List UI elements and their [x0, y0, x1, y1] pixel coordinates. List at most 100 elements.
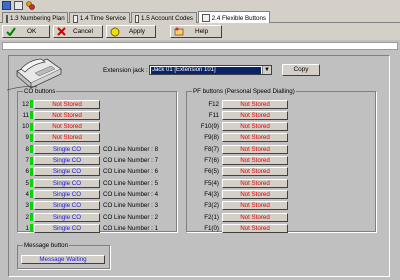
co-button[interactable]: Single CO — [34, 201, 100, 211]
pf-button-number: F4(3) — [204, 190, 219, 198]
led-indicator — [30, 122, 33, 131]
quick-icon-strip — [0, 0, 400, 11]
co-button[interactable]: Not Stored — [34, 99, 100, 109]
message-waiting-button[interactable]: Message Waiting — [21, 255, 105, 264]
tools-icon[interactable] — [26, 1, 35, 10]
pf-button[interactable]: Not Stored — [222, 212, 288, 222]
co-button-number: 4 — [25, 190, 29, 198]
co-button-row: 12 Not Stored — [19, 99, 103, 109]
apply-icon — [110, 27, 120, 36]
co-button-number: 3 — [25, 202, 29, 210]
led-indicator — [30, 156, 33, 165]
pf-button-number: F6(5) — [204, 168, 219, 176]
co-button-number: 12 — [22, 100, 29, 108]
pf-button[interactable]: Not Stored — [222, 167, 288, 177]
tab-flexible-buttons[interactable]: 2.4 Flexible Buttons — [198, 11, 270, 23]
co-button[interactable]: Single CO — [34, 144, 100, 154]
co-line-number: CO Line Number : 2 — [103, 213, 159, 221]
pf-button-number: F12 — [208, 100, 219, 108]
pf-button-row: F6(5) Not Stored — [197, 167, 288, 177]
message-button-title: Message button — [23, 242, 70, 249]
co-button-row: 11 Not Stored — [19, 110, 103, 120]
co-button-number: 8 — [25, 145, 29, 153]
co-button-number: 11 — [22, 111, 29, 119]
pf-button-row: F4(3) Not Stored — [197, 189, 288, 199]
co-button-row: 5 Single CO CO Line Number : 5 — [19, 178, 158, 188]
flexible-buttons-icon — [202, 14, 210, 22]
pf-button-row: F8(7) Not Stored — [197, 144, 288, 154]
co-button-row: 6 Single CO CO Line Number : 6 — [19, 167, 158, 177]
action-toolbar: OK Cancel Apply Help — [0, 23, 400, 40]
tab-account-codes[interactable]: 1.5 Account Codes — [131, 12, 197, 23]
pf-button-row: F12 Not Stored — [197, 99, 288, 109]
co-button[interactable]: Single CO — [34, 156, 100, 165]
pf-button[interactable]: Not Stored — [222, 110, 288, 120]
led-indicator — [30, 167, 33, 176]
save-icon[interactable] — [2, 1, 11, 10]
co-button[interactable]: Not Stored — [34, 110, 100, 120]
co-button[interactable]: Not Stored — [34, 122, 100, 132]
extension-jack-select[interactable]: Jack 01 [Extension 101] ▼ — [149, 65, 272, 75]
copy-button[interactable]: Copy — [282, 64, 320, 76]
co-button[interactable]: Single CO — [34, 223, 100, 233]
pf-button-number: F9(8) — [204, 134, 219, 142]
co-button-number: 1 — [25, 224, 29, 232]
account-codes-icon — [135, 14, 140, 23]
pf-button[interactable]: Not Stored — [222, 122, 288, 132]
pf-button-number: F11 — [208, 111, 219, 119]
co-button[interactable]: Single CO — [34, 212, 100, 222]
led-indicator — [30, 145, 33, 154]
co-buttons-title: CO buttons — [23, 88, 57, 95]
co-button-row: 2 Single CO CO Line Number : 2 — [19, 212, 158, 222]
co-line-number: CO Line Number : 7 — [103, 157, 159, 164]
co-button[interactable]: Single CO — [34, 167, 100, 177]
pf-buttons-title: PF buttons (Personal Speed Dialling) — [192, 88, 296, 95]
pf-button[interactable]: Not Stored — [222, 201, 288, 211]
pf-button-row: F7(6) Not Stored — [197, 156, 288, 166]
cancel-button[interactable]: Cancel — [53, 25, 103, 38]
chevron-down-icon[interactable]: ▼ — [262, 66, 271, 74]
pf-button[interactable]: Not Stored — [222, 223, 288, 233]
led-indicator — [30, 179, 33, 188]
led-indicator — [30, 133, 33, 142]
status-strip — [2, 42, 398, 50]
pf-button-row: F1(0) Not Stored — [197, 223, 288, 233]
checkmark-icon — [6, 27, 16, 36]
ok-label: OK — [27, 28, 37, 35]
co-button[interactable]: Single CO — [34, 189, 100, 199]
co-line-number: CO Line Number : 1 — [103, 224, 159, 232]
pf-button-row: F9(8) Not Stored — [197, 133, 288, 143]
cancel-label: Cancel — [73, 28, 93, 35]
pf-button[interactable]: Not Stored — [222, 99, 288, 109]
co-button[interactable]: Not Stored — [34, 133, 100, 143]
apply-label: Apply — [129, 28, 145, 35]
pf-button[interactable]: Not Stored — [222, 144, 288, 154]
tab-time-service[interactable]: 1.4 Time Service — [69, 12, 130, 23]
co-line-number: CO Line Number : 5 — [103, 179, 159, 187]
pf-button[interactable]: Not Stored — [222, 133, 288, 143]
co-button-row: 3 Single CO CO Line Number : 3 — [19, 201, 158, 211]
pf-button[interactable]: Not Stored — [222, 178, 288, 188]
co-line-number: CO Line Number : 6 — [103, 168, 159, 176]
co-line-number: CO Line Number : 3 — [103, 202, 159, 210]
led-indicator — [30, 100, 33, 108]
co-button-number: 7 — [25, 157, 29, 164]
ok-button[interactable]: OK — [2, 25, 50, 38]
tab-numbering-plan[interactable]: 1.3 Numbering Plan — [2, 12, 68, 23]
co-button-number: 2 — [25, 213, 29, 221]
pf-button-row: F2(1) Not Stored — [197, 212, 288, 222]
tab-label: 1.5 Account Codes — [141, 15, 193, 22]
apply-button[interactable]: Apply — [106, 25, 156, 38]
pf-button[interactable]: Not Stored — [222, 156, 288, 165]
co-button[interactable]: Single CO — [34, 178, 100, 188]
pf-button[interactable]: Not Stored — [222, 189, 288, 199]
numbering-plan-icon — [6, 14, 8, 23]
clock-icon — [73, 14, 78, 23]
print-icon[interactable] — [14, 1, 23, 10]
led-indicator — [30, 111, 33, 120]
help-button[interactable]: Help — [170, 25, 222, 38]
pf-button-number: F1(0) — [204, 224, 219, 232]
pf-button-row: F10(9) Not Stored — [197, 122, 288, 132]
pf-button-number: F10(9) — [200, 123, 219, 131]
pf-button-row: F11 Not Stored — [197, 110, 288, 120]
